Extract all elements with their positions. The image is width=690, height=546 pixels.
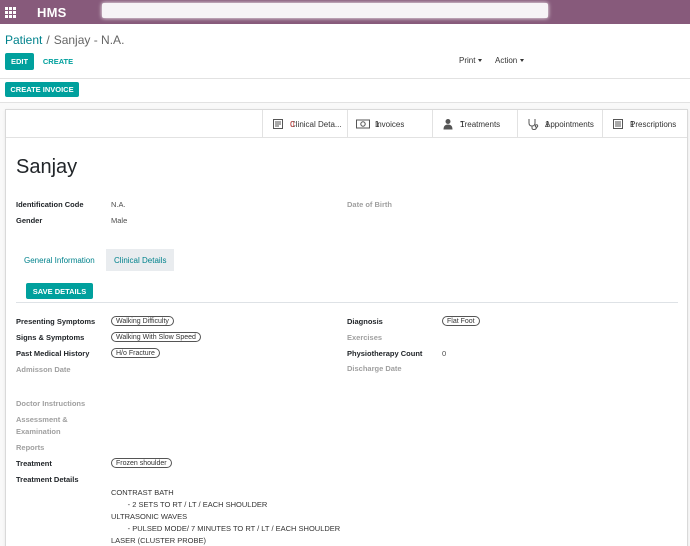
app-brand[interactable]: HMS xyxy=(37,5,67,20)
stethoscope-icon xyxy=(526,118,540,130)
apps-menu-icon[interactable] xyxy=(5,6,16,18)
user-md-icon xyxy=(441,118,455,130)
edit-button[interactable]: EDIT xyxy=(5,53,34,70)
exercises-label: Exercises xyxy=(347,333,383,342)
print-label: Print xyxy=(459,56,476,65)
form-statusbar: CREATE INVOICE xyxy=(0,79,690,103)
date-of-birth-label: Date of Birth xyxy=(347,200,392,209)
control-panel: Patient / Sanjay - N.A. EDIT CREATE Print … xyxy=(0,24,690,79)
breadcrumb: Patient / Sanjay - N.A. xyxy=(5,33,124,47)
appointments-smart-button[interactable]: 1 Appointments xyxy=(517,110,602,138)
prescriptions-count: 1 xyxy=(630,119,635,129)
smart-button-box: 0 Clinical Deta... 1 Invoices 1 Treatments … xyxy=(6,110,687,138)
past-medical-history-label: Past Medical History xyxy=(16,349,90,358)
save-details-button[interactable]: SAVE DETAILS xyxy=(26,283,93,299)
treatment-details-line-2: - 2 SETS TO RT / LT / EACH SHOULDER xyxy=(111,500,268,509)
presenting-symptoms-tag[interactable]: Walking Difficulty xyxy=(111,316,174,326)
action-label: Action xyxy=(495,56,518,65)
appointments-count: 1 xyxy=(545,119,550,129)
treatment-details-line-4: - PULSED MODE/ 7 MINUTES TO RT / LT / EA… xyxy=(111,524,341,533)
treatments-smart-button[interactable]: 1 Treatments xyxy=(432,110,517,138)
prescription-icon xyxy=(611,118,625,130)
identification-code-label: Identification Code xyxy=(16,200,84,209)
treatment-details-label: Treatment Details xyxy=(16,475,79,484)
treatment-details-line-3: ULTRASONIC WAVES xyxy=(111,512,188,521)
tab-clinical-details[interactable]: Clinical Details xyxy=(106,249,175,271)
breadcrumb-patient-link[interactable]: Patient xyxy=(5,33,42,47)
action-dropdown[interactable]: Action xyxy=(495,56,525,65)
print-dropdown[interactable]: Print xyxy=(459,56,483,65)
clinical-icon xyxy=(271,118,285,130)
physiotherapy-count-value: 0 xyxy=(442,349,447,358)
treatments-label: Treatments xyxy=(460,119,501,129)
assessment-label-line1: Assessment & xyxy=(16,415,68,424)
discharge-date-label: Discharge Date xyxy=(347,364,402,373)
breadcrumb-separator: / xyxy=(46,33,50,47)
prescriptions-label: Prescriptions xyxy=(630,119,677,129)
caret-down-icon xyxy=(478,59,483,62)
diagnosis-tag[interactable]: Flat Foot xyxy=(442,316,480,326)
identification-code-value: N.A. xyxy=(111,200,126,209)
treatment-tag[interactable]: Frozen shoulder xyxy=(111,458,172,468)
treatment-label: Treatment xyxy=(16,459,52,468)
gender-value: Male xyxy=(111,216,128,225)
admission-date-label: Admisson Date xyxy=(16,365,71,374)
invoices-smart-button[interactable]: 1 Invoices xyxy=(347,110,432,138)
form-sheet: 0 Clinical Deta... 1 Invoices 1 Treatments … xyxy=(5,109,688,546)
redacted-menu-bar xyxy=(102,3,548,18)
clinical-count: 0 xyxy=(290,119,295,129)
treatment-details-line-5: LASER (CLUSTER PROBE) xyxy=(111,536,207,545)
clinical-details-smart-button[interactable]: 0 Clinical Deta... xyxy=(262,110,347,138)
appointments-label: Appointments xyxy=(545,119,594,129)
prescriptions-smart-button[interactable]: 1 Prescriptions xyxy=(602,110,687,138)
money-icon xyxy=(356,119,370,129)
signs-symptoms-label: Signs & Symptoms xyxy=(16,333,85,342)
signs-symptoms-tag[interactable]: Walking With Slow Speed xyxy=(111,332,201,342)
physiotherapy-count-label: Physiotherapy Count xyxy=(347,349,423,358)
assessment-label-line2: Examination xyxy=(16,427,61,436)
reports-label: Reports xyxy=(16,443,45,452)
past-medical-history-tag[interactable]: H/o Fracture xyxy=(111,348,160,358)
tab-general-information[interactable]: General Information xyxy=(16,249,103,271)
caret-down-icon xyxy=(520,59,525,62)
invoices-count: 1 xyxy=(375,119,380,129)
presenting-symptoms-label: Presenting Symptoms xyxy=(16,317,96,326)
tab-divider xyxy=(16,302,678,303)
treatment-details-line-1: CONTRAST BATH xyxy=(111,488,174,497)
diagnosis-label: Diagnosis xyxy=(347,317,383,326)
doctor-instructions-label: Doctor Instructions xyxy=(16,399,86,408)
gender-label: Gender xyxy=(16,216,43,225)
create-button[interactable]: CREATE xyxy=(40,53,76,70)
create-invoice-button[interactable]: CREATE INVOICE xyxy=(5,82,79,97)
clinical-label: Clinical Deta... xyxy=(290,119,342,129)
breadcrumb-current: Sanjay - N.A. xyxy=(53,33,125,47)
patient-name-title: Sanjay xyxy=(16,156,78,178)
treatments-count: 1 xyxy=(460,119,465,129)
